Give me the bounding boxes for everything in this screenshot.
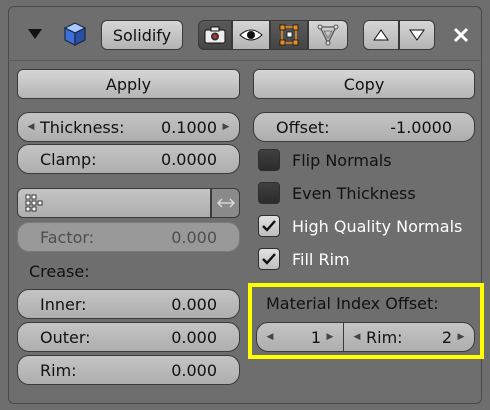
copy-button[interactable]: Copy [253, 69, 475, 99]
move-up-button[interactable] [363, 20, 399, 50]
vertex-group-field[interactable] [17, 188, 211, 218]
render-toggle-button[interactable] [198, 20, 232, 50]
high-quality-normals-box[interactable] [258, 215, 280, 237]
high-quality-normals-label: High Quality Normals [292, 216, 463, 236]
thickness-label: Thickness: [40, 117, 125, 137]
modifier-name-field[interactable]: Solidify [101, 20, 183, 50]
cage-icon [317, 24, 339, 46]
high-quality-normals-checkbox[interactable]: High Quality Normals [258, 215, 462, 237]
vertex-group-icon [25, 194, 43, 212]
crease-heading: Crease: [29, 262, 90, 281]
clamp-label: Clamp: [40, 149, 97, 169]
material-offset-rim-label: Rim: [366, 327, 403, 347]
material-offset-heading: Material Index Offset: [266, 294, 439, 313]
increment-arrow-icon[interactable]: ▶ [456, 332, 466, 342]
cage-toggle-button[interactable] [308, 20, 348, 50]
crease-inner-label: Inner: [40, 294, 87, 314]
invert-vertex-group-button[interactable] [211, 188, 240, 218]
flip-normals-box[interactable] [258, 149, 280, 171]
apply-label: Apply [105, 74, 152, 94]
even-thickness-checkbox[interactable]: Even Thickness [258, 182, 416, 204]
increment-arrow-icon[interactable]: ▶ [325, 332, 335, 342]
edit-mode-icon [279, 24, 299, 46]
cube-icon [62, 20, 88, 48]
decrement-arrow-icon[interactable]: ◀ [265, 332, 275, 342]
crease-rim-field[interactable]: Rim: 0.000 [17, 355, 240, 385]
flip-normals-checkbox[interactable]: Flip Normals [258, 149, 392, 171]
clamp-value: 0.0000 [161, 149, 217, 169]
arrows-horizontal-icon [216, 198, 235, 208]
thickness-value: 0.1000 [161, 117, 217, 137]
camera-icon [204, 26, 226, 44]
even-thickness-label: Even Thickness [292, 183, 416, 203]
fill-rim-box[interactable] [258, 248, 280, 270]
decrement-arrow-icon[interactable]: ◀ [352, 332, 362, 342]
copy-label: Copy [343, 74, 385, 94]
factor-label: Factor: [40, 227, 95, 247]
move-down-button[interactable] [399, 20, 435, 50]
move-down-icon [409, 29, 425, 41]
checkmark-icon [262, 253, 276, 265]
eye-icon [239, 29, 263, 41]
apply-button[interactable]: Apply [17, 69, 240, 99]
editmode-toggle-button[interactable] [270, 20, 308, 50]
close-icon [453, 27, 469, 43]
material-offset-field[interactable]: ◀ 1 ▶ [256, 322, 344, 352]
viewport-toggle-button[interactable] [232, 20, 270, 50]
clamp-field[interactable]: Clamp: 0.0000 [17, 144, 240, 174]
offset-field[interactable]: Offset: -1.0000 [253, 112, 475, 142]
move-up-icon [373, 29, 389, 41]
collapse-triangle-icon[interactable] [24, 24, 46, 44]
crease-outer-field[interactable]: Outer: 0.000 [17, 322, 240, 352]
crease-rim-label: Rim: [40, 360, 77, 380]
fill-rim-label: Fill Rim [292, 249, 350, 269]
crease-inner-value: 0.000 [171, 294, 217, 314]
crease-rim-value: 0.000 [171, 360, 217, 380]
crease-inner-field[interactable]: Inner: 0.000 [17, 289, 240, 319]
increment-arrow-icon[interactable]: ▶ [221, 122, 231, 132]
crease-outer-value: 0.000 [171, 327, 217, 347]
thickness-field[interactable]: ◀ Thickness: 0.1000 ▶ [17, 112, 240, 142]
offset-label: Offset: [276, 117, 330, 137]
material-offset-rim-value: 2 [441, 327, 452, 347]
even-thickness-box[interactable] [258, 182, 280, 204]
close-button[interactable] [449, 24, 473, 46]
flip-normals-label: Flip Normals [292, 150, 392, 170]
factor-field: Factor: 0.000 [17, 222, 240, 252]
fill-rim-checkbox[interactable]: Fill Rim [258, 248, 350, 270]
factor-value: 0.000 [171, 227, 217, 247]
material-offset-value: 1 [310, 327, 321, 347]
checkmark-icon [262, 220, 276, 232]
modifier-name-text: Solidify [112, 25, 172, 45]
crease-outer-label: Outer: [40, 327, 91, 347]
offset-value: -1.0000 [390, 117, 452, 137]
material-offset-rim-field[interactable]: ◀ Rim: 2 ▶ [343, 322, 475, 352]
header-divider [8, 60, 482, 61]
decrement-arrow-icon[interactable]: ◀ [26, 122, 36, 132]
